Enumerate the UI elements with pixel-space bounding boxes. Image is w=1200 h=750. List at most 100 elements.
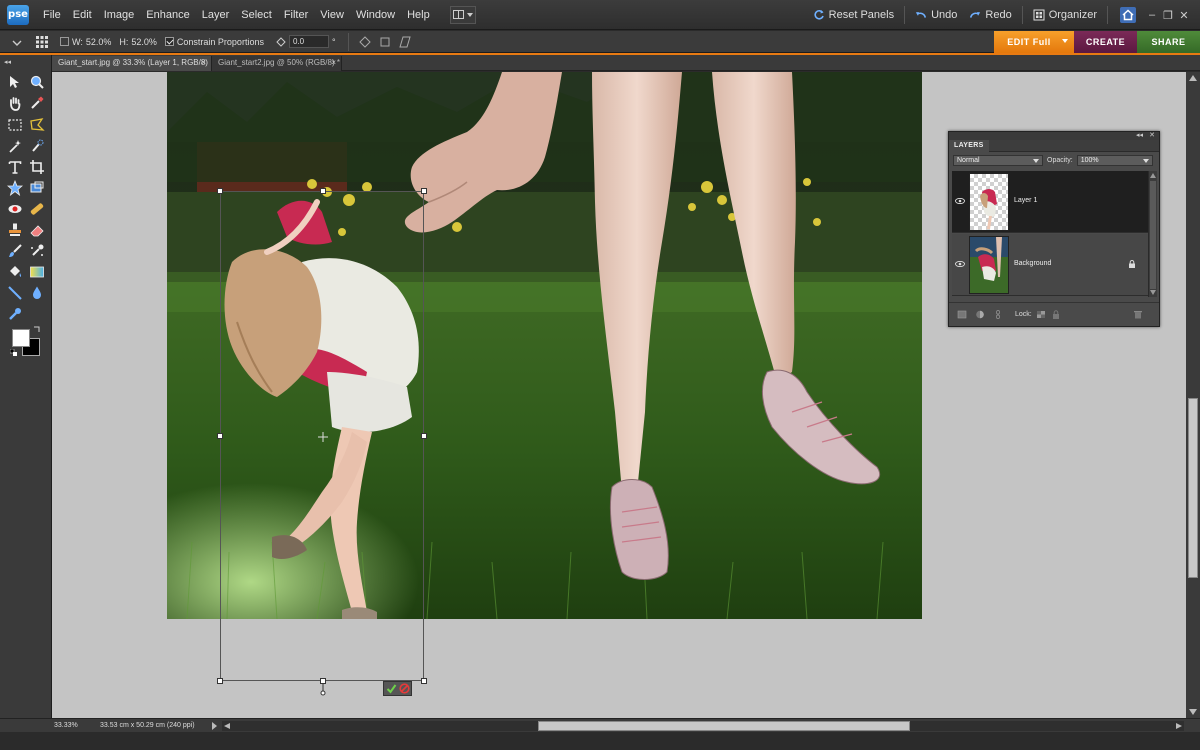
new-layer-icon[interactable] bbox=[957, 310, 967, 319]
transform-handle-left[interactable] bbox=[217, 433, 223, 439]
height-value[interactable]: 52.0% bbox=[131, 37, 157, 47]
brush-tool[interactable] bbox=[6, 242, 24, 260]
lock-transparency-icon[interactable] bbox=[1036, 310, 1046, 319]
eye-icon[interactable] bbox=[955, 261, 965, 267]
horizontal-scrollbar[interactable] bbox=[222, 721, 1184, 731]
cookie-cutter-tool[interactable] bbox=[6, 179, 24, 197]
blur-tool[interactable] bbox=[28, 284, 46, 302]
transform-tool-icon[interactable] bbox=[34, 34, 50, 50]
reset-panels-button[interactable]: Reset Panels bbox=[807, 0, 900, 30]
edit-full-button[interactable]: EDIT Full bbox=[994, 31, 1074, 53]
eyedropper-tool[interactable] bbox=[28, 94, 46, 112]
menu-layer[interactable]: Layer bbox=[196, 0, 236, 30]
line-tool[interactable] bbox=[6, 284, 24, 302]
zoom-level[interactable]: 33.33% bbox=[54, 719, 78, 732]
transform-handle-right[interactable] bbox=[421, 433, 427, 439]
redo-button[interactable]: Redo bbox=[963, 0, 1017, 30]
constrain-proportions-option[interactable]: Constrain Proportions bbox=[164, 37, 264, 47]
width-value[interactable]: 52.0% bbox=[86, 37, 112, 47]
transform-handle-bottom-left[interactable] bbox=[217, 678, 223, 684]
rotate-handle-icon[interactable] bbox=[319, 684, 327, 696]
paint-bucket-tool[interactable] bbox=[6, 263, 24, 281]
layer-row-layer-1[interactable]: Layer 1 bbox=[952, 171, 1148, 233]
organizer-button[interactable]: Organizer bbox=[1027, 0, 1103, 30]
workspace-layout-button[interactable] bbox=[449, 5, 476, 24]
layers-scrollbar[interactable] bbox=[1148, 171, 1157, 297]
close-icon[interactable]: ✕ bbox=[1176, 9, 1192, 22]
angle-input[interactable]: 0.0 bbox=[288, 35, 329, 48]
swap-colors-icon[interactable] bbox=[33, 325, 41, 333]
adjustment-layer-icon[interactable] bbox=[975, 310, 985, 319]
crop-tool[interactable] bbox=[28, 158, 46, 176]
menu-view[interactable]: View bbox=[314, 0, 350, 30]
foreground-color-swatch[interactable] bbox=[12, 329, 30, 347]
restore-icon[interactable]: ❐ bbox=[1160, 9, 1176, 22]
hand-tool[interactable] bbox=[6, 94, 24, 112]
lock-all-icon[interactable] bbox=[1051, 310, 1061, 319]
collapse-icon[interactable]: ◂◂ bbox=[4, 58, 11, 66]
red-eye-tool[interactable] bbox=[6, 200, 24, 218]
eraser-tool[interactable] bbox=[28, 221, 46, 239]
default-colors-icon[interactable] bbox=[10, 349, 17, 356]
info-menu-icon[interactable] bbox=[210, 722, 218, 730]
scroll-left-icon[interactable] bbox=[224, 723, 230, 729]
close-panel-icon[interactable]: ✕ bbox=[1149, 131, 1155, 139]
reference-point-icon[interactable] bbox=[318, 432, 328, 442]
smart-brush-tool[interactable] bbox=[28, 242, 46, 260]
share-button[interactable]: SHARE bbox=[1137, 31, 1200, 53]
delete-layer-icon[interactable] bbox=[1133, 310, 1143, 319]
vertical-scrollbar[interactable] bbox=[1186, 72, 1200, 718]
zoom-tool[interactable] bbox=[28, 73, 46, 91]
clone-stamp-tool[interactable] bbox=[6, 221, 24, 239]
marquee-tool[interactable] bbox=[6, 116, 24, 134]
type-tool[interactable] bbox=[6, 158, 24, 176]
layers-tab[interactable]: LAYERS bbox=[949, 140, 989, 152]
vertical-scroll-thumb[interactable] bbox=[1188, 398, 1198, 578]
eye-icon[interactable] bbox=[955, 198, 965, 204]
options-menu-icon[interactable] bbox=[10, 35, 24, 49]
layers-scroll-thumb[interactable] bbox=[1150, 181, 1156, 289]
sponge-tool[interactable] bbox=[6, 305, 24, 323]
close-icon[interactable]: × bbox=[201, 56, 206, 70]
create-button[interactable]: CREATE bbox=[1074, 31, 1137, 53]
checkmark-icon[interactable] bbox=[386, 683, 397, 694]
link-layers-icon[interactable] bbox=[993, 310, 1003, 319]
menu-enhance[interactable]: Enhance bbox=[140, 0, 195, 30]
scroll-up-icon[interactable] bbox=[1150, 173, 1156, 178]
transform-handle-top-left[interactable] bbox=[217, 188, 223, 194]
spot-healing-tool[interactable] bbox=[28, 200, 46, 218]
scroll-right-icon[interactable] bbox=[1176, 723, 1182, 729]
close-icon[interactable]: × bbox=[331, 56, 336, 70]
transform-handle-top[interactable] bbox=[320, 188, 326, 194]
menu-select[interactable]: Select bbox=[235, 0, 278, 30]
distort-icon[interactable] bbox=[379, 36, 391, 48]
menu-help[interactable]: Help bbox=[401, 0, 436, 30]
lasso-tool[interactable] bbox=[28, 116, 46, 134]
collapse-panel-icon[interactable]: ◂◂ bbox=[1136, 131, 1143, 139]
home-button[interactable] bbox=[1112, 0, 1144, 30]
perspective-icon[interactable] bbox=[398, 36, 411, 48]
gradient-tool[interactable] bbox=[28, 263, 46, 281]
menu-edit[interactable]: Edit bbox=[67, 0, 98, 30]
menu-filter[interactable]: Filter bbox=[278, 0, 314, 30]
blend-mode-select[interactable]: Normal bbox=[953, 155, 1043, 166]
horizontal-scroll-thumb[interactable] bbox=[538, 721, 910, 731]
minimize-icon[interactable]: – bbox=[1144, 9, 1160, 21]
opacity-input[interactable]: 100% bbox=[1076, 155, 1153, 166]
transform-handle-top-right[interactable] bbox=[421, 188, 427, 194]
recompose-tool[interactable] bbox=[28, 179, 46, 197]
cancel-icon[interactable] bbox=[398, 683, 410, 694]
constrain-proportions-checkbox[interactable] bbox=[164, 37, 174, 46]
skew-icon[interactable] bbox=[358, 35, 371, 48]
undo-button[interactable]: Undo bbox=[909, 0, 963, 30]
free-transform-bounding-box[interactable] bbox=[217, 188, 427, 696]
transform-handle-bottom-right[interactable] bbox=[421, 678, 427, 684]
menu-image[interactable]: Image bbox=[98, 0, 141, 30]
move-tool[interactable] bbox=[6, 73, 24, 91]
tab-giant-start[interactable]: Giant_start.jpg @ 33.3% (Layer 1, RGB/8)… bbox=[52, 56, 212, 81]
magic-wand-tool[interactable] bbox=[6, 137, 24, 155]
scroll-down-icon[interactable] bbox=[1189, 709, 1197, 715]
tab-giant-start2[interactable]: Giant_start2.jpg @ 50% (RGB/8) * × bbox=[212, 56, 342, 71]
quick-selection-tool[interactable] bbox=[28, 137, 46, 155]
menu-file[interactable]: File bbox=[37, 0, 67, 30]
